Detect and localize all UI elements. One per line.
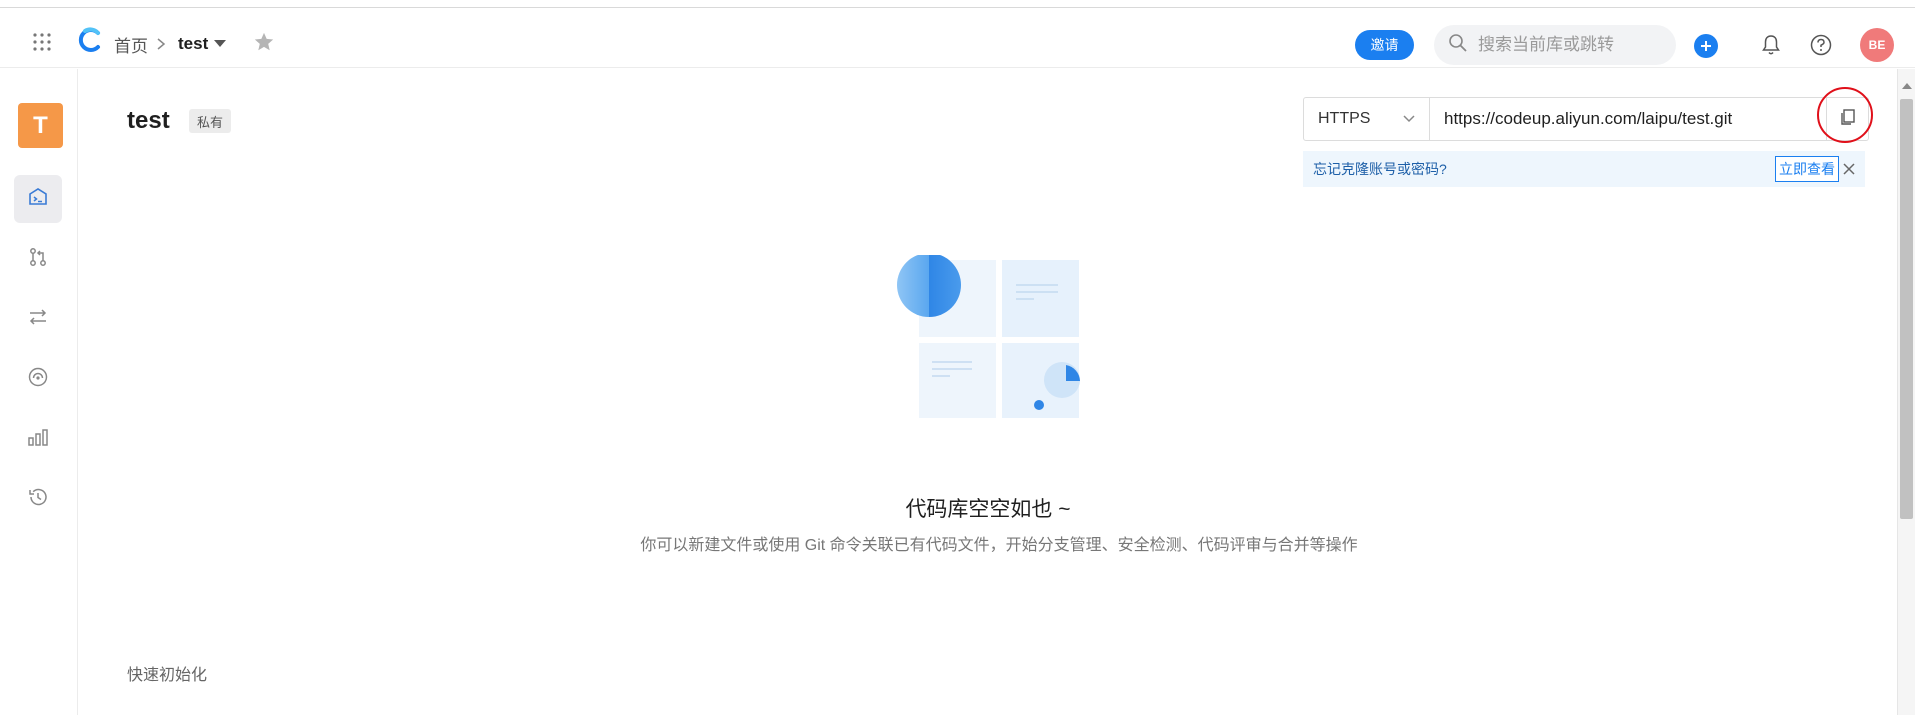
search-box[interactable] xyxy=(1434,25,1676,65)
caret-down-icon[interactable] xyxy=(212,28,228,60)
empty-state-description: 你可以新建文件或使用 Git 命令关联已有代码文件，开始分支管理、安全检测、代码… xyxy=(640,537,1358,554)
view-now-link[interactable]: 立即查看 xyxy=(1775,156,1839,182)
search-input[interactable] xyxy=(1478,35,1668,55)
copy-icon xyxy=(1839,108,1857,131)
page-title: test xyxy=(127,107,170,134)
sidebar-item-history[interactable] xyxy=(14,475,62,523)
user-avatar[interactable]: BE xyxy=(1860,28,1894,62)
clone-url-text[interactable]: https://codeup.aliyun.com/laipu/test.git xyxy=(1430,109,1826,129)
copy-url-button[interactable] xyxy=(1826,98,1868,140)
left-sidebar: T xyxy=(0,69,78,715)
chevron-down-icon xyxy=(1403,110,1415,128)
protocol-label: HTTPS xyxy=(1318,110,1371,127)
history-icon xyxy=(27,486,49,513)
sidebar-item-statistics[interactable] xyxy=(14,415,62,463)
sidebar-item-security[interactable] xyxy=(14,355,62,403)
protocol-select[interactable]: HTTPS xyxy=(1304,98,1430,140)
codeup-logo-icon[interactable] xyxy=(74,24,106,56)
create-plus-button[interactable] xyxy=(1694,34,1718,58)
chevron-right-icon xyxy=(154,28,168,60)
quick-init-heading: 快速初始化 xyxy=(127,667,208,684)
empty-state-title: 代码库空空如也 ~ xyxy=(905,498,1071,521)
apps-grid-icon[interactable] xyxy=(26,26,58,58)
main-content: test 私有 HTTPS https://codeup.aliyun.com/… xyxy=(79,69,1897,715)
bell-icon[interactable] xyxy=(1758,30,1784,60)
merge-request-icon xyxy=(27,246,49,273)
breadcrumb-home-link[interactable]: 首页 xyxy=(114,28,148,60)
statistics-icon xyxy=(27,426,49,453)
invite-button[interactable]: 邀请 xyxy=(1355,30,1414,60)
branch-compare-icon xyxy=(27,306,49,333)
top-header: 首页 test 邀请 BE xyxy=(0,8,1915,68)
empty-repo-illustration xyxy=(894,253,1094,425)
scrollbar-thumb[interactable] xyxy=(1900,99,1913,519)
security-scan-icon xyxy=(27,366,49,393)
star-icon[interactable] xyxy=(250,26,278,58)
help-icon[interactable] xyxy=(1806,30,1836,60)
visibility-badge: 私有 xyxy=(189,109,232,133)
page-scrollbar[interactable] xyxy=(1897,69,1915,715)
credentials-notice: 忘记克隆账号或密码? 立即查看 xyxy=(1303,151,1865,187)
search-icon xyxy=(1448,33,1468,58)
notice-text: 忘记克隆账号或密码? xyxy=(1313,161,1447,177)
sidebar-item-code[interactable] xyxy=(14,175,62,223)
scroll-up-arrow-icon[interactable] xyxy=(1902,83,1912,89)
repo-avatar[interactable]: T xyxy=(18,103,63,148)
close-icon[interactable] xyxy=(1839,159,1859,179)
breadcrumb-repo-link[interactable]: test xyxy=(178,28,208,60)
browser-top-edge xyxy=(0,0,1915,8)
clone-url-box: HTTPS https://codeup.aliyun.com/laipu/te… xyxy=(1303,97,1869,141)
sidebar-item-merge-requests[interactable] xyxy=(14,235,62,283)
sidebar-item-compare[interactable] xyxy=(14,295,62,343)
code-icon xyxy=(27,186,49,213)
